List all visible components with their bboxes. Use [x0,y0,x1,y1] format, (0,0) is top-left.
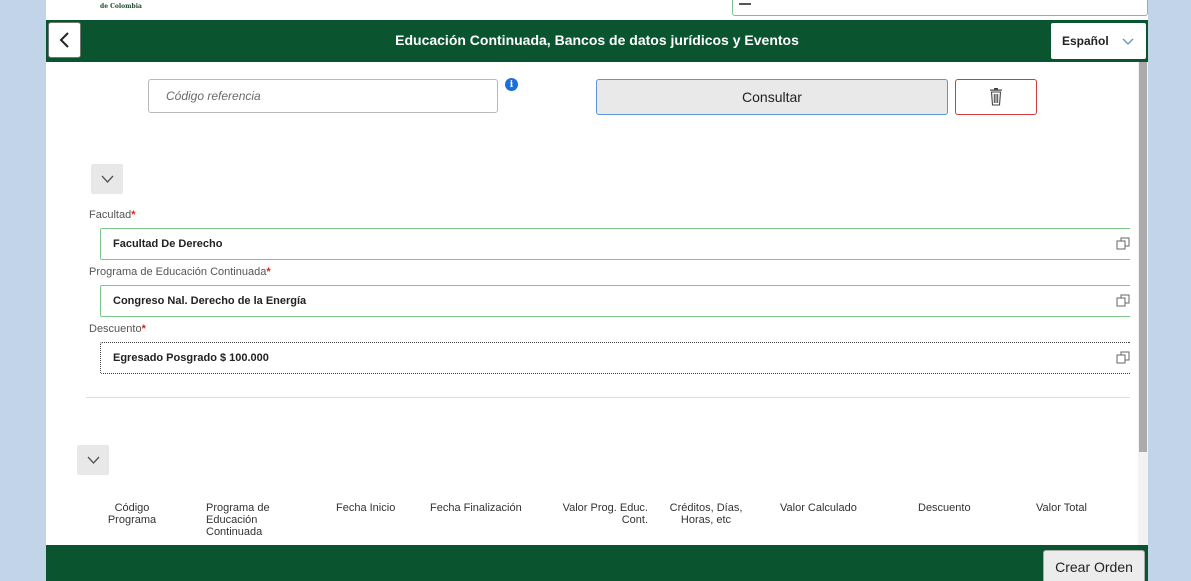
scrollbar-thumb[interactable] [1139,62,1147,452]
crest-text: de Colombia [100,3,142,10]
column-header: Código Programa [107,502,157,526]
page-title: Educación Continuada, Bancos de datos ju… [395,32,799,48]
descuento-label: Descuento* [89,323,146,335]
reference-code-input[interactable] [148,79,498,113]
section-divider [86,397,1130,398]
delete-button[interactable] [955,79,1037,115]
language-select[interactable]: Español [1051,23,1146,59]
language-select-value: Español [1062,34,1109,48]
column-header: Valor Prog. Educ. Cont. [562,502,648,526]
programa-value: Congreso Nal. Derecho de la Energía [113,295,307,307]
facultad-label: Facultad* [89,209,136,221]
facultad-value: Facultad De Derecho [113,238,223,250]
programa-field[interactable]: Congreso Nal. Derecho de la Energía [100,285,1130,317]
value-help-icon[interactable] [1116,351,1130,365]
trash-icon [990,88,1002,106]
top-strip: de Colombia [46,0,1148,20]
collapse-form-button[interactable] [91,164,123,194]
column-header: Créditos, Días, Horas, etc [669,502,743,526]
chevron-down-icon [101,175,113,183]
collapse-table-button[interactable] [77,445,109,475]
chevron-down-icon [87,456,99,464]
main-content: i Consultar Facultad* Facultad De Derech… [46,62,1148,545]
column-header: Fecha Finalización [430,502,522,514]
descuento-value: Egresado Posgrado $ 100.000 [113,352,269,364]
crear-orden-button[interactable]: Crear Orden [1043,550,1145,581]
consultar-button[interactable]: Consultar [596,79,948,115]
footer-bar: Crear Orden [46,545,1148,581]
value-help-icon[interactable] [1116,294,1130,308]
scrollbar[interactable] [1138,62,1148,545]
column-header: Valor Calculado [780,502,857,514]
top-partial-input[interactable] [732,0,1148,16]
facultad-field[interactable]: Facultad De Derecho [100,228,1130,260]
info-icon[interactable]: i [505,78,518,91]
value-help-icon[interactable] [1116,237,1130,251]
descuento-field[interactable]: Egresado Posgrado $ 100.000 [100,342,1130,374]
app-header: Educación Continuada, Bancos de datos ju… [46,20,1148,62]
column-header: Valor Total [1036,502,1087,514]
table-header: Código Programa Programa de Educación Co… [86,490,1098,545]
chevron-down-icon [1122,38,1134,45]
column-header: Programa de Educación Continuada [206,502,270,538]
column-header: Descuento [918,502,971,514]
programa-label: Programa de Educación Continuada* [89,266,271,278]
column-header: Fecha Inicio [336,502,396,514]
